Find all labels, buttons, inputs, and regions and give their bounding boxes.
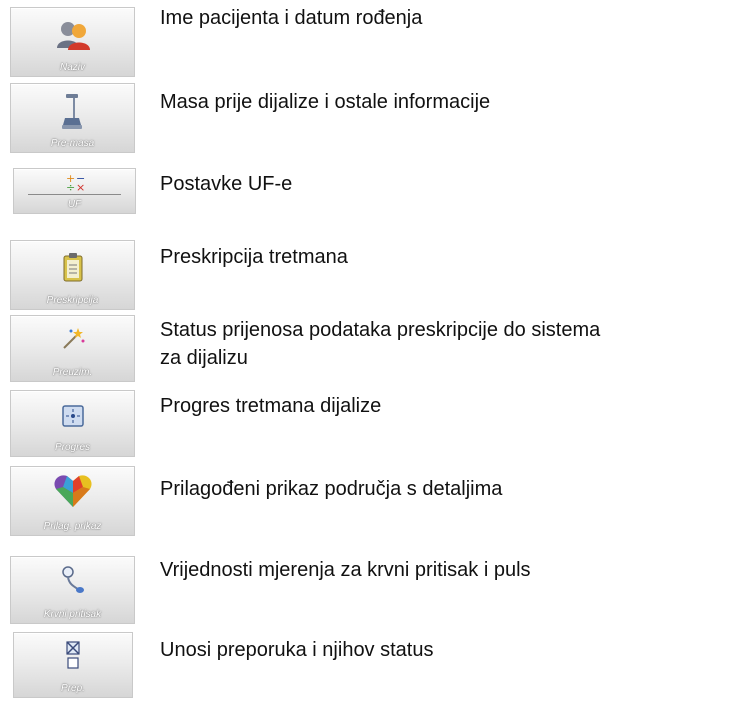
progres-button[interactable]: Progres — [10, 390, 135, 457]
uf-divider — [28, 194, 121, 195]
magic-wand-icon — [60, 326, 86, 357]
preuzim-button-label: Preuzim. — [52, 367, 93, 378]
krvni-pritisak-description: Vrijednosti mjerenja za krvni pritisak i… — [160, 559, 531, 581]
prilag-prikaz-description: Prilagođeni prikaz područja s detaljima — [160, 478, 503, 500]
pre-masa-button[interactable]: Pre-masa — [10, 83, 135, 153]
patients-icon — [55, 20, 91, 55]
naziv-button-label: Naziv — [59, 62, 85, 73]
preskripcija-button-label: Preskripcija — [46, 295, 99, 306]
svg-text:÷: ÷ — [66, 181, 75, 194]
heart-mosaic-icon — [53, 473, 93, 514]
prep-button[interactable]: Prep. — [13, 632, 133, 698]
progress-icon — [61, 405, 84, 432]
uf-button[interactable]: + − ÷ × UF — [13, 168, 136, 214]
pre-masa-button-label: Pre-masa — [50, 138, 95, 149]
uf-description: Postavke UF-e — [160, 173, 293, 195]
scale-icon — [60, 92, 86, 137]
naziv-button[interactable]: Naziv — [10, 7, 135, 77]
prilag-prikaz-button-label: Prilag. prikaz — [43, 521, 102, 532]
preuzim-description-line-2: za dijalizu — [160, 347, 248, 369]
preuzim-description: Status prijenosa podataka preskripcije d… — [160, 316, 600, 372]
blood-pressure-icon — [61, 565, 85, 600]
naziv-description: Ime pacijenta i datum rođenja — [160, 7, 423, 29]
krvni-pritisak-button-label: Krvni pritisak — [43, 609, 102, 620]
progres-description: Progres tretmana dijalize — [160, 395, 382, 417]
progres-button-label: Progres — [54, 442, 90, 453]
svg-text:×: × — [76, 181, 85, 194]
preskripcija-button[interactable]: Preskripcija — [10, 240, 135, 310]
uf-button-label: UF — [67, 199, 82, 210]
clipboard-icon — [63, 253, 83, 288]
recommendation-icon — [64, 641, 82, 676]
preskripcija-description: Preskripcija tretmana — [160, 246, 348, 268]
krvni-pritisak-button[interactable]: Krvni pritisak — [10, 556, 135, 624]
preuzim-description-line-1: Status prijenosa podataka preskripcije d… — [160, 319, 601, 341]
prep-description: Unosi preporuka i njihov status — [160, 639, 434, 661]
pre-masa-description: Masa prije dijalize i ostale informacije — [160, 91, 491, 113]
preuzim-button[interactable]: Preuzim. — [10, 315, 135, 382]
prep-button-label: Prep. — [61, 683, 85, 694]
prilag-prikaz-button[interactable]: Prilag. prikaz — [10, 466, 135, 536]
